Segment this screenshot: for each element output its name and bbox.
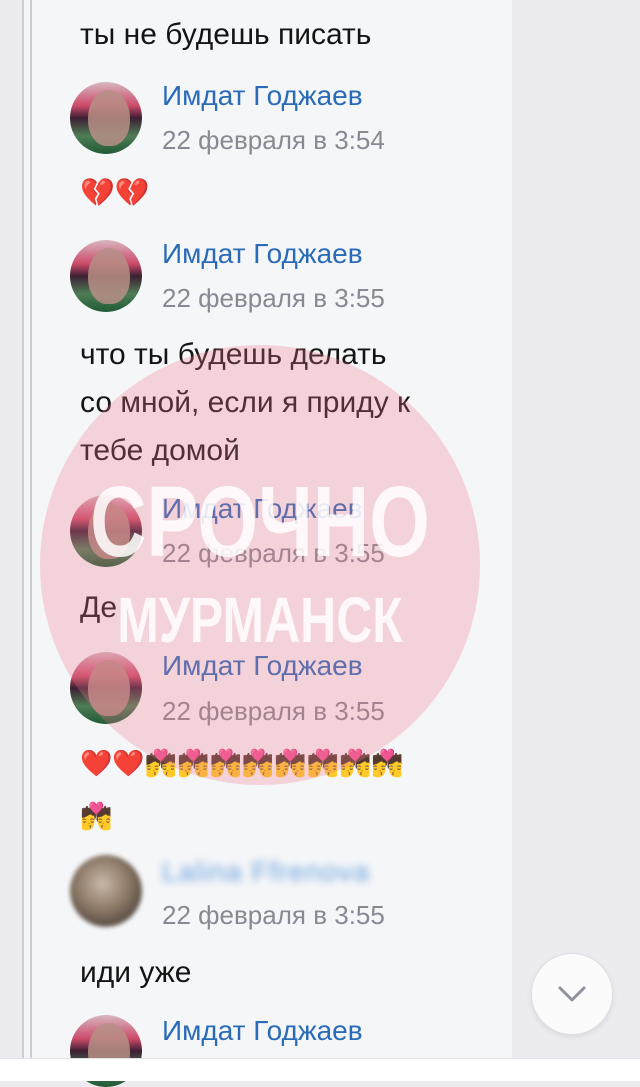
author-name[interactable]: Имдат Годжаев — [162, 493, 363, 525]
chevron-down-icon — [558, 986, 586, 1002]
thread-line — [30, 0, 32, 1058]
avatar[interactable] — [70, 495, 142, 567]
message-time[interactable]: 22 февраля в 3:55 — [162, 538, 385, 569]
message-text: Де — [80, 591, 118, 624]
message-time[interactable]: 22 февраля в 3:54 — [162, 125, 385, 156]
author-name[interactable]: Имдат Годжаев — [162, 80, 363, 112]
avatar[interactable] — [70, 652, 142, 724]
message-text: ты не будешь писать — [80, 18, 372, 51]
thread-line — [22, 0, 24, 1058]
author-name[interactable]: Lalina Ffrenova — [162, 856, 370, 888]
bottom-bar — [0, 1058, 640, 1081]
author-name[interactable]: Имдат Годжаев — [162, 650, 363, 682]
message-emoji: 💔💔 — [80, 177, 150, 208]
author-name[interactable]: Имдат Годжаев — [162, 238, 363, 270]
avatar[interactable] — [70, 855, 142, 927]
message-emoji: 💏 — [80, 801, 113, 831]
message-text-line: что ты будешь делать — [80, 338, 387, 371]
message-time[interactable]: 22 февраля в 3:55 — [162, 283, 385, 314]
message-emoji: ❤️❤️💏💏💏💏💏💏💏💏 — [80, 748, 404, 778]
avatar[interactable] — [70, 240, 142, 312]
scroll-down-button[interactable] — [531, 953, 613, 1035]
message-time[interactable]: 22 февраля в 3:55 — [162, 696, 385, 727]
message-text: иди уже — [80, 956, 192, 989]
avatar[interactable] — [70, 82, 142, 154]
message-time[interactable]: 22 февраля в 3:55 — [162, 900, 385, 931]
message-text-line: тебе домой — [80, 434, 240, 467]
author-name[interactable]: Имдат Годжаев — [162, 1015, 363, 1047]
message-text-line: со мной, если я приду к — [80, 386, 411, 419]
